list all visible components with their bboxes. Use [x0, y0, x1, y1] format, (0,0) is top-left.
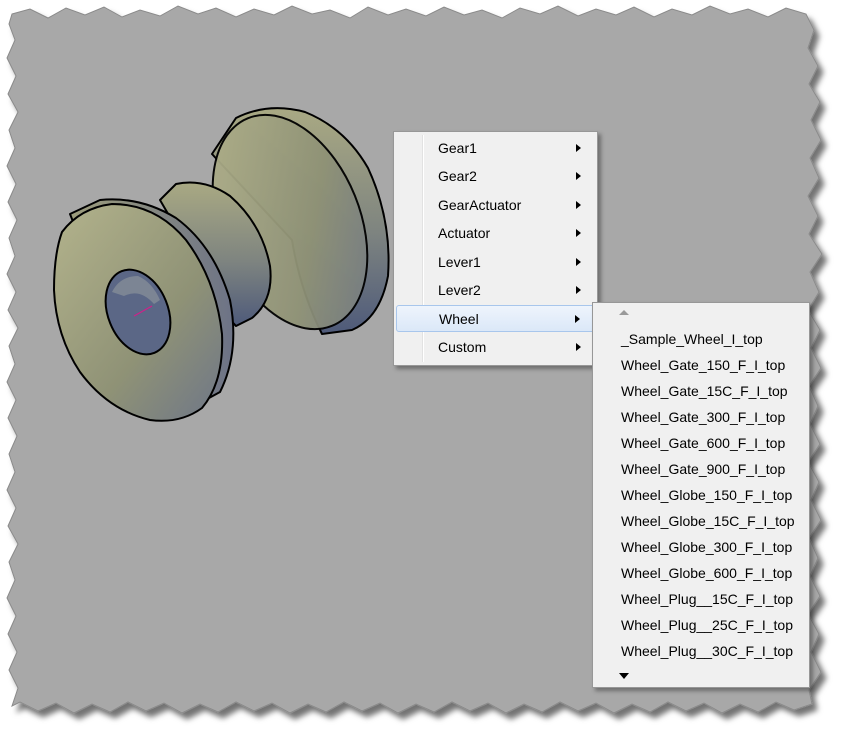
- menu-item-label: Gear2: [438, 168, 477, 184]
- submenu-item[interactable]: Wheel_Gate_600_F_I_top: [621, 435, 785, 457]
- triangle-up-icon[interactable]: [619, 310, 629, 315]
- menu-item-lever2[interactable]: Lever2: [396, 277, 595, 304]
- menu-item-label: Gear1: [438, 140, 477, 156]
- menu-item-label: Lever2: [438, 282, 481, 298]
- wheel-submenu: _Sample_Wheel_I_top Wheel_Gate_150_F_I_t…: [592, 302, 810, 688]
- submenu-item[interactable]: Wheel_Gate_15C_F_I_top: [621, 383, 788, 405]
- menu-item-label: Wheel: [439, 311, 479, 327]
- menu-item-label: Actuator: [438, 225, 491, 241]
- menu-item-wheel[interactable]: Wheel: [396, 305, 595, 332]
- submenu-item[interactable]: Wheel_Plug__15C_F_I_top: [621, 591, 793, 613]
- submenu-item[interactable]: Wheel_Globe_15C_F_I_top: [621, 513, 795, 535]
- submenu-item[interactable]: Wheel_Plug__30C_F_I_top: [621, 643, 793, 665]
- menu-item-gear2[interactable]: Gear2: [396, 163, 595, 190]
- submenu-item[interactable]: Wheel_Globe_300_F_I_top: [621, 539, 792, 561]
- menu-item-label: Custom: [438, 339, 487, 355]
- submenu-item[interactable]: Wheel_Globe_600_F_I_top: [621, 565, 792, 587]
- submenu-arrow-icon: [576, 144, 581, 152]
- menu-item-label: GearActuator: [438, 197, 522, 213]
- menu-item-lever1[interactable]: Lever1: [396, 249, 595, 276]
- menu-item-gear-actuator[interactable]: GearActuator: [396, 192, 595, 219]
- submenu-item[interactable]: _Sample_Wheel_I_top: [621, 331, 763, 353]
- menu-item-actuator[interactable]: Actuator: [396, 220, 595, 247]
- submenu-arrow-icon: [576, 343, 581, 351]
- triangle-down-icon[interactable]: [619, 673, 629, 679]
- submenu-arrow-icon: [575, 315, 580, 323]
- menu-item-label: Lever1: [438, 254, 481, 270]
- submenu-arrow-icon: [576, 258, 581, 266]
- submenu-arrow-icon: [576, 201, 581, 209]
- submenu-item[interactable]: Wheel_Gate_900_F_I_top: [621, 461, 785, 483]
- menu-item-gear1[interactable]: Gear1: [396, 135, 595, 162]
- submenu-item[interactable]: Wheel_Plug__25C_F_I_top: [621, 617, 793, 639]
- submenu-arrow-icon: [576, 172, 581, 180]
- submenu-item[interactable]: Wheel_Gate_300_F_I_top: [621, 409, 785, 431]
- submenu-item[interactable]: Wheel_Gate_150_F_I_top: [621, 357, 785, 379]
- menu-item-custom[interactable]: Custom: [396, 334, 595, 361]
- context-menu: Gear1 Gear2 GearActuator Actuator Lever1…: [393, 131, 598, 366]
- submenu-arrow-icon: [576, 286, 581, 294]
- submenu-item[interactable]: Wheel_Globe_150_F_I_top: [621, 487, 792, 509]
- submenu-arrow-icon: [576, 229, 581, 237]
